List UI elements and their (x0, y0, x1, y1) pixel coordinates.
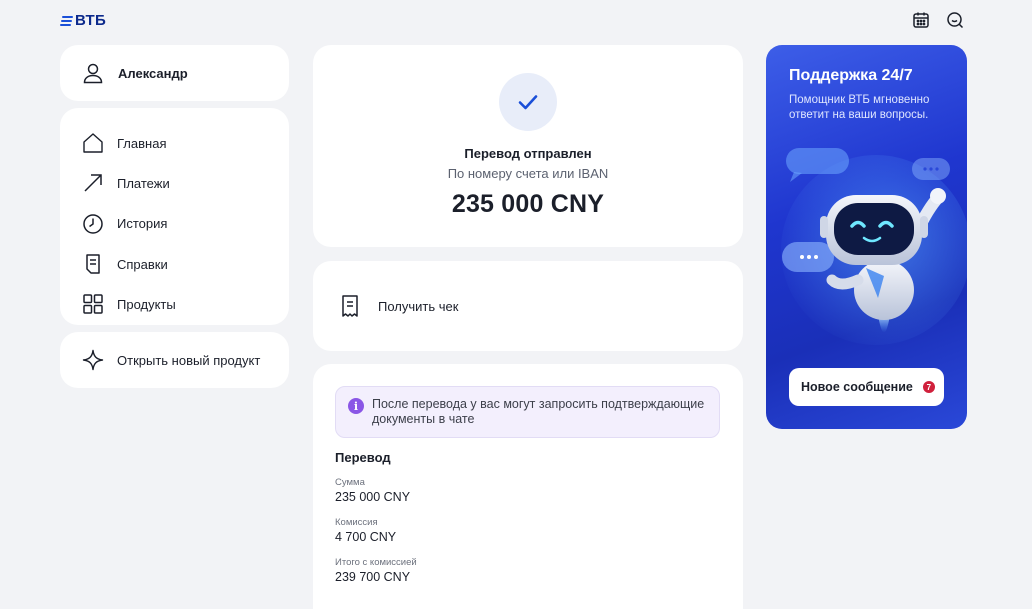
robot-assistant-illustration (781, 148, 967, 345)
new-message-label: Новое сообщение (801, 380, 913, 394)
transfer-details-card: i После перевода у вас могут запросить п… (313, 364, 743, 609)
promo-title: Поддержка 24/7 (789, 67, 913, 84)
sidebar-item-products[interactable]: Продукты (60, 284, 289, 324)
vtb-logo[interactable]: ВТБ (60, 12, 106, 29)
top-bar: ВТБ (0, 0, 1032, 40)
arrow-up-right-icon (84, 174, 102, 192)
get-receipt-button[interactable]: Получить чек (313, 261, 743, 351)
get-receipt-label: Получить чек (378, 298, 459, 314)
documents-notice-text: После перевода у вас могут запросить под… (372, 397, 705, 426)
transfer-status-title: Перевод отправлен (464, 146, 592, 161)
sidebar-item-label: Платежи (117, 175, 170, 191)
sidebar-item-payments[interactable]: Платежи (60, 163, 289, 203)
sidebar-item-home[interactable]: Главная (60, 123, 289, 163)
open-new-product-button[interactable]: Открыть новый продукт (60, 332, 289, 388)
search-chat-icon[interactable] (946, 11, 964, 29)
receipt-icon (342, 295, 358, 317)
detail-label-fee: Комиссия (335, 517, 378, 528)
sidebar-item-history[interactable]: История (60, 204, 289, 244)
sidebar-nav: Главная Платежи История Справки Продукты (60, 108, 289, 325)
success-check-badge (499, 73, 557, 131)
detail-label-amount: Сумма (335, 477, 365, 488)
sidebar-item-label: Продукты (117, 296, 176, 312)
transfer-amount: 235 000 CNY (451, 190, 605, 218)
details-title: Перевод (335, 450, 391, 465)
document-icon (86, 254, 100, 274)
detail-label-total: Итого с комиссией (335, 557, 417, 568)
calendar-icon[interactable] (912, 11, 930, 29)
support-promo-banner[interactable]: Поддержка 24/7 Помощник ВТБ мгновенно от… (766, 45, 967, 429)
transfer-status-card: Перевод отправлен По номеру счета или IB… (313, 45, 743, 247)
sidebar-item-label: История (117, 216, 168, 232)
detail-value-amount: 235 000 CNY (335, 490, 411, 504)
vtb-logo-mark-icon (60, 15, 73, 26)
transfer-status-subtitle: По номеру счета или IBAN (447, 166, 609, 181)
vtb-logo-text: ВТБ (75, 12, 107, 29)
info-icon: i (348, 398, 364, 414)
documents-notice: i После перевода у вас могут запросить п… (335, 386, 720, 438)
open-new-product-label: Открыть новый продукт (117, 352, 261, 368)
sidebar-item-label: Главная (117, 135, 167, 151)
detail-value-fee: 4 700 CNY (335, 530, 397, 544)
sidebar-item-label: Справки (117, 256, 168, 272)
promo-text: Помощник ВТБ мгновенно ответит на ваши в… (789, 94, 930, 121)
sparkle-icon (82, 349, 104, 371)
user-profile-card[interactable]: Александр (60, 45, 289, 101)
clock-icon (83, 213, 103, 234)
chat-bubble-icon (786, 148, 849, 174)
user-name: Александр (118, 65, 188, 81)
new-message-button[interactable]: Новое сообщение 7 (789, 368, 944, 406)
detail-value-total: 239 700 CNY (335, 570, 411, 584)
grid-icon (83, 294, 103, 315)
check-icon (518, 95, 538, 110)
home-icon (83, 133, 103, 153)
unread-count-badge: 7 (922, 381, 935, 393)
user-icon (83, 63, 103, 84)
sidebar-item-statements[interactable]: Справки (60, 244, 289, 284)
